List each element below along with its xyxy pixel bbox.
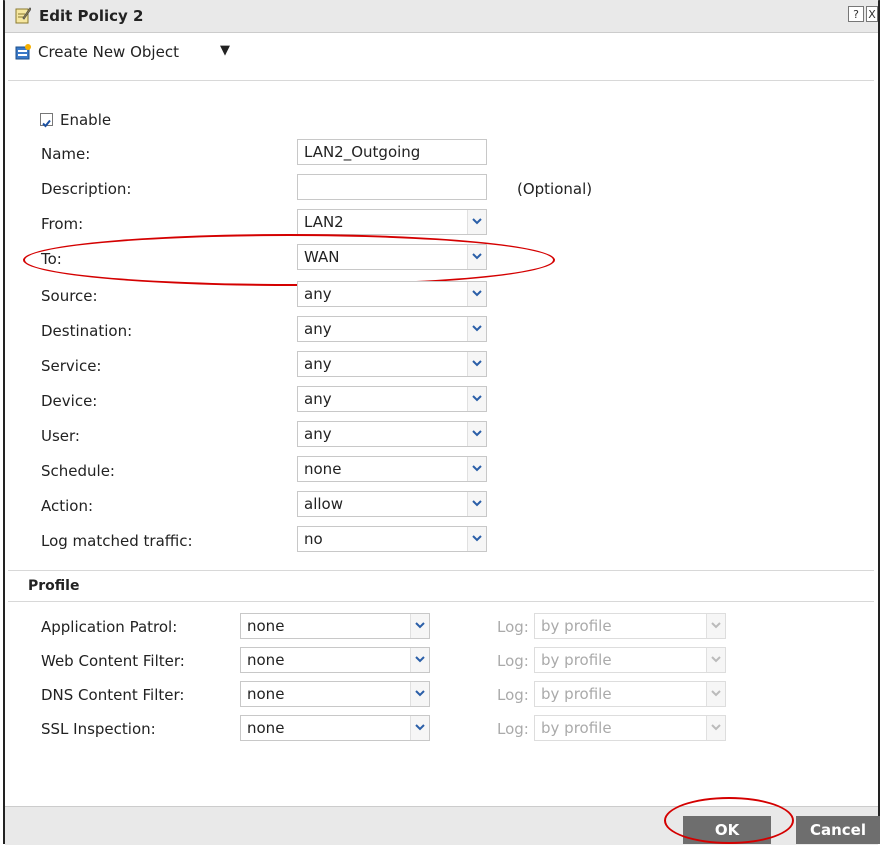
chevron-down-icon[interactable] xyxy=(467,527,486,551)
enable-checkbox[interactable] xyxy=(40,113,53,128)
ssl-inspection-log-select: by profile xyxy=(534,715,726,741)
log-matched-traffic-label: Log matched traffic: xyxy=(41,532,193,550)
description-input[interactable] xyxy=(297,174,487,200)
schedule-label: Schedule: xyxy=(41,462,115,480)
service-select[interactable]: any xyxy=(297,351,487,377)
destination-value: any xyxy=(304,320,332,338)
web-content-filter-value: none xyxy=(247,651,285,669)
chevron-down-icon[interactable] xyxy=(467,352,486,376)
action-select[interactable]: allow xyxy=(297,491,487,517)
chevron-down-icon[interactable] xyxy=(410,716,429,740)
highlight-ellipse-ok xyxy=(664,797,794,844)
separator xyxy=(8,570,874,571)
chevron-down-icon[interactable] xyxy=(467,422,486,446)
application-patrol-label: Application Patrol: xyxy=(41,618,178,636)
log-value: by profile xyxy=(541,685,612,703)
ssl-inspection-value: none xyxy=(247,719,285,737)
description-label: Description: xyxy=(41,180,132,198)
device-label: Device: xyxy=(41,392,98,410)
name-input[interactable]: LAN2_Outgoing xyxy=(297,139,487,165)
dns-content-filter-value: none xyxy=(247,685,285,703)
help-button[interactable]: ? xyxy=(848,6,864,22)
chevron-down-icon xyxy=(706,716,725,740)
chevron-down-icon[interactable] xyxy=(410,682,429,706)
from-select[interactable]: LAN2 xyxy=(297,209,487,235)
chevron-down-icon[interactable] xyxy=(467,457,486,481)
chevron-down-icon xyxy=(706,614,725,638)
chevron-down-icon[interactable] xyxy=(410,648,429,672)
web-content-filter-label: Web Content Filter: xyxy=(41,652,185,670)
log-value: by profile xyxy=(541,719,612,737)
log-value: by profile xyxy=(541,617,612,635)
source-label: Source: xyxy=(41,287,98,305)
service-label: Service: xyxy=(41,357,102,375)
application-patrol-select[interactable]: none xyxy=(240,613,430,639)
destination-select[interactable]: any xyxy=(297,316,487,342)
log-matched-traffic-select[interactable]: no xyxy=(297,526,487,552)
ssl-inspection-select[interactable]: none xyxy=(240,715,430,741)
chevron-down-icon[interactable] xyxy=(467,317,486,341)
user-select[interactable]: any xyxy=(297,421,487,447)
action-value: allow xyxy=(304,495,343,513)
chevron-down-icon[interactable] xyxy=(467,210,486,234)
device-value: any xyxy=(304,390,332,408)
destination-label: Destination: xyxy=(41,322,133,340)
user-value: any xyxy=(304,425,332,443)
web-content-filter-select[interactable]: none xyxy=(240,647,430,673)
log-value: by profile xyxy=(541,651,612,669)
chevron-down-icon xyxy=(706,682,725,706)
separator xyxy=(8,601,874,602)
device-select[interactable]: any xyxy=(297,386,487,412)
source-select[interactable]: any xyxy=(297,281,487,307)
name-label: Name: xyxy=(41,145,91,163)
log-label: Log: xyxy=(497,652,529,670)
from-label: From: xyxy=(41,215,84,233)
edit-icon xyxy=(15,7,31,24)
dialog-title: Edit Policy 2 xyxy=(39,7,144,25)
profile-section-title: Profile xyxy=(28,578,80,594)
dns-content-filter-log-select: by profile xyxy=(534,681,726,707)
log-matched-traffic-value: no xyxy=(304,530,323,548)
web-content-filter-log-select: by profile xyxy=(534,647,726,673)
service-value: any xyxy=(304,355,332,373)
chevron-down-icon[interactable] xyxy=(467,492,486,516)
ssl-inspection-label: SSL Inspection: xyxy=(41,720,156,738)
dns-content-filter-label: DNS Content Filter: xyxy=(41,686,185,704)
chevron-down-icon[interactable] xyxy=(410,614,429,638)
optional-label: (Optional) xyxy=(517,180,593,198)
application-patrol-log-select: by profile xyxy=(534,613,726,639)
action-label: Action: xyxy=(41,497,94,515)
title-bar: Edit Policy 2 ? X xyxy=(5,0,878,33)
create-object-icon xyxy=(15,44,31,60)
source-value: any xyxy=(304,285,332,303)
checkmark-icon xyxy=(42,119,51,128)
log-label: Log: xyxy=(497,686,529,704)
schedule-select[interactable]: none xyxy=(297,456,487,482)
chevron-down-icon xyxy=(706,648,725,672)
chevron-down-icon[interactable] xyxy=(467,282,486,306)
create-new-object-menu[interactable]: Create New Object xyxy=(38,43,179,61)
schedule-value: none xyxy=(304,460,342,478)
log-label: Log: xyxy=(497,618,529,636)
separator xyxy=(8,80,874,81)
toolbar: Create New Object ▼ xyxy=(5,40,878,66)
highlight-ellipse-to xyxy=(23,234,555,286)
from-value: LAN2 xyxy=(304,213,344,231)
dns-content-filter-select[interactable]: none xyxy=(240,681,430,707)
application-patrol-value: none xyxy=(247,617,285,635)
close-button[interactable]: X xyxy=(866,6,878,22)
enable-label: Enable xyxy=(60,111,112,129)
log-label: Log: xyxy=(497,720,529,738)
chevron-down-icon[interactable]: ▼ xyxy=(220,43,230,58)
cancel-button[interactable]: Cancel xyxy=(796,816,880,844)
chevron-down-icon[interactable] xyxy=(467,387,486,411)
user-label: User: xyxy=(41,427,80,445)
